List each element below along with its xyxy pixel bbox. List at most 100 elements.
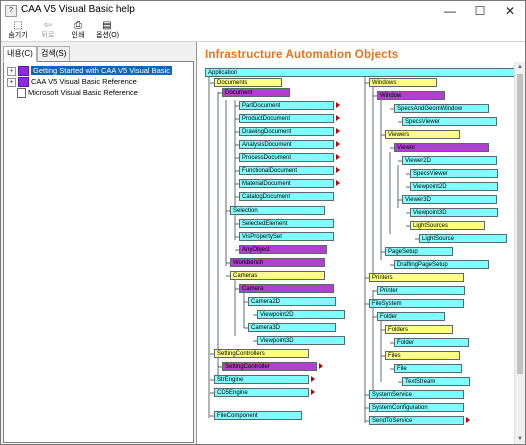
object-box-specsviewer[interactable]: SpecsViewer — [410, 169, 498, 178]
object-box-viewpoint3d[interactable]: Viewpoint3D — [257, 336, 345, 345]
book-icon — [18, 66, 29, 77]
expand-arrow-icon[interactable] — [336, 115, 340, 121]
object-box-settingcontrollers[interactable]: SettingControllers — [214, 349, 309, 358]
object-box-windows[interactable]: Windows — [369, 78, 437, 87]
object-box-vispropertyset[interactable]: VisPropertySet — [239, 232, 334, 241]
hide-button[interactable]: ⬚ 숨기기 — [7, 21, 29, 41]
expand-arrow-icon[interactable] — [336, 128, 340, 134]
toolbar: ⬚ 숨기기 ⇦ 뒤로 ⎙ 인쇄 ▤ 옵션(O) — [1, 21, 525, 41]
object-box-cd5engine[interactable]: CD5Engine — [214, 388, 309, 397]
object-box-viewer2d[interactable]: Viewer2D — [402, 156, 497, 165]
expand-arrow-icon[interactable] — [311, 376, 315, 382]
back-label: 뒤로 — [41, 32, 55, 39]
expand-arrow-icon[interactable] — [466, 417, 470, 423]
object-box-selection[interactable]: Selection — [230, 206, 325, 215]
options-icon: ▤ — [102, 20, 112, 31]
object-box-viewpoint2d[interactable]: Viewpoint2D — [410, 182, 498, 191]
book-icon — [18, 77, 29, 88]
tree-item-label: Getting Started with CAA V5 Visual Basic — [31, 66, 173, 75]
object-box-files[interactable]: Files — [385, 351, 460, 360]
object-box-workbench[interactable]: Workbench — [230, 258, 325, 267]
object-box-document[interactable]: Document — [222, 88, 290, 97]
printer-icon: ⎙ — [74, 20, 82, 31]
expand-icon[interactable]: + — [7, 66, 16, 76]
scroll-thumb[interactable] — [517, 74, 523, 374]
tree-item-getting-started[interactable]: + Getting Started with CAA V5 Visual Basi… — [7, 65, 173, 77]
object-box-printer[interactable]: Printer — [377, 286, 465, 295]
tab-contents[interactable]: 내용(C) — [3, 46, 37, 62]
object-box-processdocument[interactable]: ProcessDocument — [239, 153, 334, 162]
object-box-viewer[interactable]: Viewer — [394, 143, 489, 152]
expand-arrow-icon[interactable] — [336, 167, 340, 173]
expand-arrow-icon[interactable] — [336, 180, 340, 186]
object-box-filesystem[interactable]: FileSystem — [369, 299, 464, 308]
object-box-lightsources[interactable]: LightSources — [410, 221, 485, 230]
object-box-sendtoservice[interactable]: SendToService — [369, 416, 464, 425]
expand-arrow-icon[interactable] — [319, 363, 323, 369]
object-box-settingcontroller[interactable]: SettingController — [222, 362, 317, 371]
expand-icon[interactable]: + — [7, 77, 16, 87]
object-box-systemservice[interactable]: SystemService — [369, 390, 464, 399]
print-button[interactable]: ⎙ 인쇄 — [67, 21, 89, 41]
object-box-specsviewer[interactable]: SpecsViewer — [402, 117, 497, 126]
object-box-documents[interactable]: Documents — [214, 78, 282, 87]
expand-arrow-icon[interactable] — [336, 102, 340, 108]
object-box-partdocument[interactable]: PartDocument — [239, 101, 334, 110]
scroll-down-icon[interactable]: ▼ — [515, 434, 525, 444]
help-window: ? CAA V5 Visual Basic help — ☐ ✕ ⬚ 숨기기 ⇦… — [0, 0, 526, 445]
help-app-icon: ? — [5, 5, 17, 17]
object-box-drawingdocument[interactable]: DrawingDocument — [239, 127, 334, 136]
tree-item-label: Microsoft Visual Basic Reference — [28, 88, 138, 97]
object-box-application[interactable]: Application — [205, 68, 514, 77]
object-box-printers[interactable]: Printers — [369, 273, 464, 282]
object-box-filecomponent[interactable]: FileComponent — [214, 411, 302, 420]
object-box-analysisdocument[interactable]: AnalysisDocument — [239, 140, 334, 149]
object-box-camera[interactable]: Camera — [239, 284, 334, 293]
title-bar: ? CAA V5 Visual Basic help — ☐ ✕ — [1, 1, 525, 21]
hide-icon: ⬚ — [13, 20, 23, 31]
tree-item-ms-vb-reference[interactable]: Microsoft Visual Basic Reference — [17, 87, 138, 99]
close-button[interactable]: ✕ — [495, 1, 525, 21]
object-box-textstream[interactable]: TextStream — [402, 377, 470, 386]
object-box-window[interactable]: Window — [377, 91, 445, 100]
object-box-cameras[interactable]: Cameras — [230, 271, 325, 280]
tree-item-vb-reference[interactable]: + CAA V5 Visual Basic Reference — [7, 76, 137, 88]
object-box-productdocument[interactable]: ProductDocument — [239, 114, 334, 123]
object-box-folders[interactable]: Folders — [385, 325, 453, 334]
object-box-pagesetup[interactable]: PageSetup — [385, 247, 453, 256]
object-box-folder[interactable]: Folder — [394, 338, 469, 347]
object-box-specsandgeomwindow[interactable]: SpecsAndGeomWindow — [394, 104, 489, 113]
tree-item-label: CAA V5 Visual Basic Reference — [31, 77, 137, 86]
expand-arrow-icon[interactable] — [311, 389, 315, 395]
print-label: 인쇄 — [71, 32, 85, 39]
minimize-button[interactable]: — — [435, 1, 465, 21]
object-box-draftingpagesetup[interactable]: DraftingPageSetup — [394, 260, 489, 269]
object-box-materialdocument[interactable]: MaterialDocument — [239, 179, 334, 188]
object-box-camera2d[interactable]: Camera2D — [248, 297, 336, 306]
object-box-file[interactable]: File — [394, 364, 462, 373]
object-box-systemconfiguration[interactable]: SystemConfiguration — [369, 403, 464, 412]
object-box-viewpoint2d[interactable]: Viewpoint2D — [257, 310, 345, 319]
expand-arrow-icon[interactable] — [336, 141, 340, 147]
tab-search[interactable]: 검색(S) — [37, 46, 71, 62]
options-button[interactable]: ▤ 옵션(O) — [96, 20, 119, 41]
object-box-viewers[interactable]: Viewers — [385, 130, 460, 139]
object-box-camera3d[interactable]: Camera3D — [248, 323, 336, 332]
object-box-catalogdocument[interactable]: CatalogDocument — [239, 192, 334, 201]
back-arrow-icon: ⇦ — [43, 20, 53, 31]
expand-arrow-icon[interactable] — [336, 154, 340, 160]
object-box-lightsource[interactable]: LightSource — [419, 234, 507, 243]
object-box-viewpoint3d[interactable]: Viewpoint3D — [410, 208, 498, 217]
back-button[interactable]: ⇦ 뒤로 — [37, 21, 59, 41]
maximize-button[interactable]: ☐ — [465, 1, 495, 21]
window-title: CAA V5 Visual Basic help — [21, 4, 135, 15]
vertical-scrollbar[interactable]: ▲ ▼ — [514, 62, 525, 444]
hide-label: 숨기기 — [8, 32, 28, 39]
object-box-strengine[interactable]: StrEngine — [214, 375, 309, 384]
object-box-functionaldocument[interactable]: FunctionalDocument — [239, 166, 334, 175]
object-box-folder[interactable]: Folder — [377, 312, 445, 321]
object-box-anyobject[interactable]: AnyObject — [239, 245, 327, 254]
object-box-viewer3d[interactable]: Viewer3D — [402, 195, 497, 204]
scroll-up-icon[interactable]: ▲ — [515, 62, 525, 72]
object-box-selectedelement[interactable]: SelectedElement — [239, 219, 334, 228]
